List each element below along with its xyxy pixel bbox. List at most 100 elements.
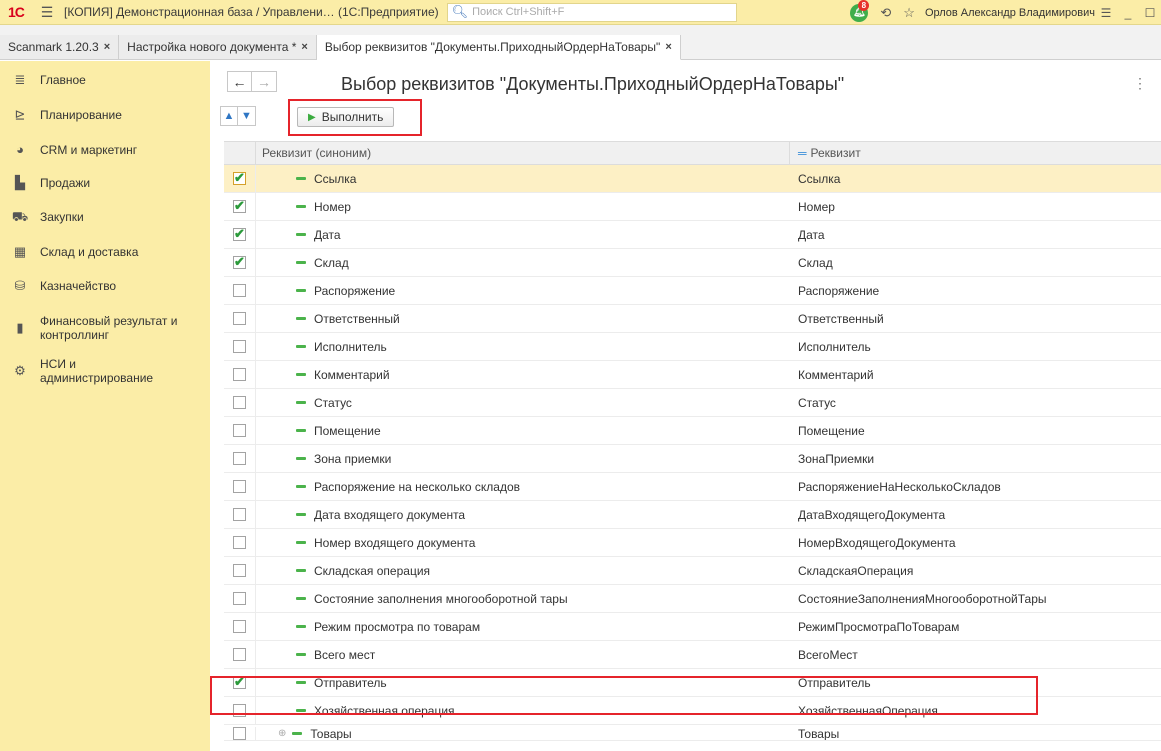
main-menu-icon[interactable]: ☰ <box>36 4 58 21</box>
table-row[interactable]: Статус Статус <box>224 389 1161 417</box>
expand-icon[interactable]: ⊕ <box>278 728 286 739</box>
check-cell <box>224 165 256 192</box>
table-row[interactable]: Комментарий Комментарий <box>224 361 1161 389</box>
tab-new-document-settings[interactable]: Настройка нового документа * × <box>119 35 317 59</box>
close-icon[interactable]: × <box>665 41 671 53</box>
requisite-cell: РаспоряжениеНаНесколькоСкладов <box>798 479 1001 494</box>
maximize-icon[interactable]: ☐ <box>1139 6 1161 20</box>
page-title: Выбор реквизитов "Документы.ПриходныйОрд… <box>341 74 845 94</box>
sidebar-item-nsi-admin[interactable]: ⚙ НСИ и администрирование <box>0 357 210 385</box>
settings-lines-icon[interactable]: ☰ <box>1095 6 1117 20</box>
requisite-cell: Статус <box>798 395 836 410</box>
sidebar-item-sales[interactable]: ▙ Продажи <box>0 176 210 191</box>
table-row[interactable]: Ответственный Ответственный <box>224 305 1161 333</box>
sidebar-item-finance[interactable]: ▮ Финансовый результат и контроллинг <box>0 314 210 342</box>
row-checkbox[interactable] <box>233 396 246 409</box>
table-row[interactable]: Дата входящего документа ДатаВходящегоДок… <box>224 501 1161 529</box>
requisite-cell: Ссылка <box>798 171 841 186</box>
table-row[interactable]: Помещение Помещение <box>224 417 1161 445</box>
header-synonym[interactable]: Реквизит (синоним) <box>256 142 790 164</box>
table-row[interactable]: ⊕ Товары Товары <box>224 725 1161 741</box>
row-checkbox[interactable] <box>233 620 246 633</box>
attribute-icon <box>296 429 306 432</box>
row-checkbox[interactable] <box>233 312 246 325</box>
row-checkbox[interactable] <box>233 340 246 353</box>
notifications-icon[interactable]: 🔔︎ 8 <box>850 0 870 22</box>
synonym-text: Распоряжение на несколько складов <box>314 479 521 494</box>
table-row[interactable]: Всего мест ВсегоМест <box>224 641 1161 669</box>
row-checkbox[interactable] <box>233 368 246 381</box>
sidebar-item-planning[interactable]: ⊵ Планирование <box>0 107 210 123</box>
check-cell <box>224 221 256 248</box>
check-cell <box>224 389 256 416</box>
check-cell <box>224 305 256 332</box>
row-checkbox[interactable] <box>233 536 246 549</box>
requisite-cell: Исполнитель <box>798 339 871 354</box>
attribute-icon <box>296 317 306 320</box>
table-row[interactable]: Складская операция СкладскаяОперация <box>224 557 1161 585</box>
table-row[interactable]: Склад Склад <box>224 249 1161 277</box>
requisite-cell: РежимПросмотраПоТоварам <box>798 619 960 634</box>
tab-scanmark[interactable]: Scanmark 1.20.3 × <box>0 35 120 59</box>
row-checkbox[interactable] <box>233 284 246 297</box>
attribute-icon <box>296 261 306 264</box>
global-search-input[interactable]: 🔍︎ Поиск Ctrl+Shift+F <box>446 2 737 22</box>
row-checkbox[interactable] <box>233 564 246 577</box>
sidebar-item-treasury[interactable]: ⛁ Казначейство <box>0 279 210 294</box>
minimize-icon[interactable]: _ <box>1117 6 1139 20</box>
synonym-cell: Помещение <box>256 417 790 444</box>
chart-plan-icon: ⊵ <box>14 107 26 122</box>
row-checkbox[interactable] <box>233 198 246 214</box>
table-row[interactable]: Режим просмотра по товарам РежимПросмотра… <box>224 613 1161 641</box>
table-row[interactable]: Состояние заполнения многооборотной тары… <box>224 585 1161 613</box>
history-icon[interactable]: ⟲ <box>880 5 891 21</box>
table-row[interactable]: Ссылка Ссылка <box>224 165 1161 193</box>
sidebar-item-crm[interactable]: ◕ CRM и маркетинг <box>0 143 210 158</box>
highlight-frame-sender <box>210 676 1038 715</box>
sections-sidebar: ≣ Главное ⊵ Планирование ◕ CRM и маркети… <box>0 61 210 751</box>
tab-select-requisites[interactable]: Выбор реквизитов "Документы.ПриходныйОрд… <box>316 35 681 60</box>
close-icon[interactable]: × <box>104 41 110 53</box>
table-row[interactable]: Распоряжение Распоряжение <box>224 277 1161 305</box>
check-cell <box>224 585 256 612</box>
table-row[interactable]: Распоряжение на несколько складов Распоря… <box>224 473 1161 501</box>
sidebar-item-label: CRM и маркетинг <box>40 143 138 157</box>
close-icon[interactable]: × <box>301 41 307 53</box>
synonym-text: Номер входящего документа <box>314 535 476 550</box>
row-checkbox[interactable] <box>233 648 246 661</box>
more-vertical-icon[interactable]: ⋮ <box>1133 75 1147 92</box>
sidebar-item-main[interactable]: ≣ Главное <box>0 73 210 88</box>
row-checkbox[interactable] <box>233 254 246 270</box>
table-row[interactable]: Номер входящего документа НомерВходящегоД… <box>224 529 1161 557</box>
table-row[interactable]: Исполнитель Исполнитель <box>224 333 1161 361</box>
row-checkbox[interactable] <box>233 480 246 493</box>
search-placeholder: Поиск Ctrl+Shift+F <box>472 6 565 18</box>
row-checkbox[interactable] <box>233 424 246 437</box>
move-down-icon[interactable]: ▼ <box>238 106 256 126</box>
sidebar-item-purchases[interactable]: ⛟ Закупки <box>0 210 210 225</box>
move-up-icon[interactable]: ▲ <box>220 106 238 126</box>
highlight-frame-run <box>288 99 422 136</box>
row-checkbox[interactable] <box>233 592 246 605</box>
requisite-cell: Склад <box>798 255 833 270</box>
sort-icon: ═ <box>798 146 807 160</box>
user-name[interactable]: Орлов Александр Владимирович <box>925 7 1095 19</box>
table-row[interactable]: Номер Номер <box>224 193 1161 221</box>
header-requisite[interactable]: ═ Реквизит <box>790 142 1161 164</box>
row-checkbox[interactable] <box>233 226 246 242</box>
row-checkbox[interactable] <box>233 508 246 521</box>
back-arrow-icon[interactable]: ← <box>227 71 252 92</box>
row-checkbox[interactable] <box>233 727 246 740</box>
table-row[interactable]: Дата Дата <box>224 221 1161 249</box>
table-header: Реквизит (синоним) ═ Реквизит <box>224 141 1161 165</box>
row-checkbox[interactable] <box>233 452 246 465</box>
synonym-cell: Ссылка <box>256 165 790 192</box>
forward-arrow-icon[interactable]: → <box>252 71 277 92</box>
attribute-icon <box>296 401 306 404</box>
table-row[interactable]: Зона приемки ЗонаПриемки <box>224 445 1161 473</box>
sidebar-item-warehouse[interactable]: ▦ Склад и доставка <box>0 245 210 260</box>
synonym-text: Состояние заполнения многооборотной тары <box>314 591 568 606</box>
row-checkbox[interactable] <box>233 170 246 186</box>
sidebar-item-label: Склад и доставка <box>40 245 139 259</box>
favorites-star-icon[interactable]: ☆ <box>903 5 915 21</box>
